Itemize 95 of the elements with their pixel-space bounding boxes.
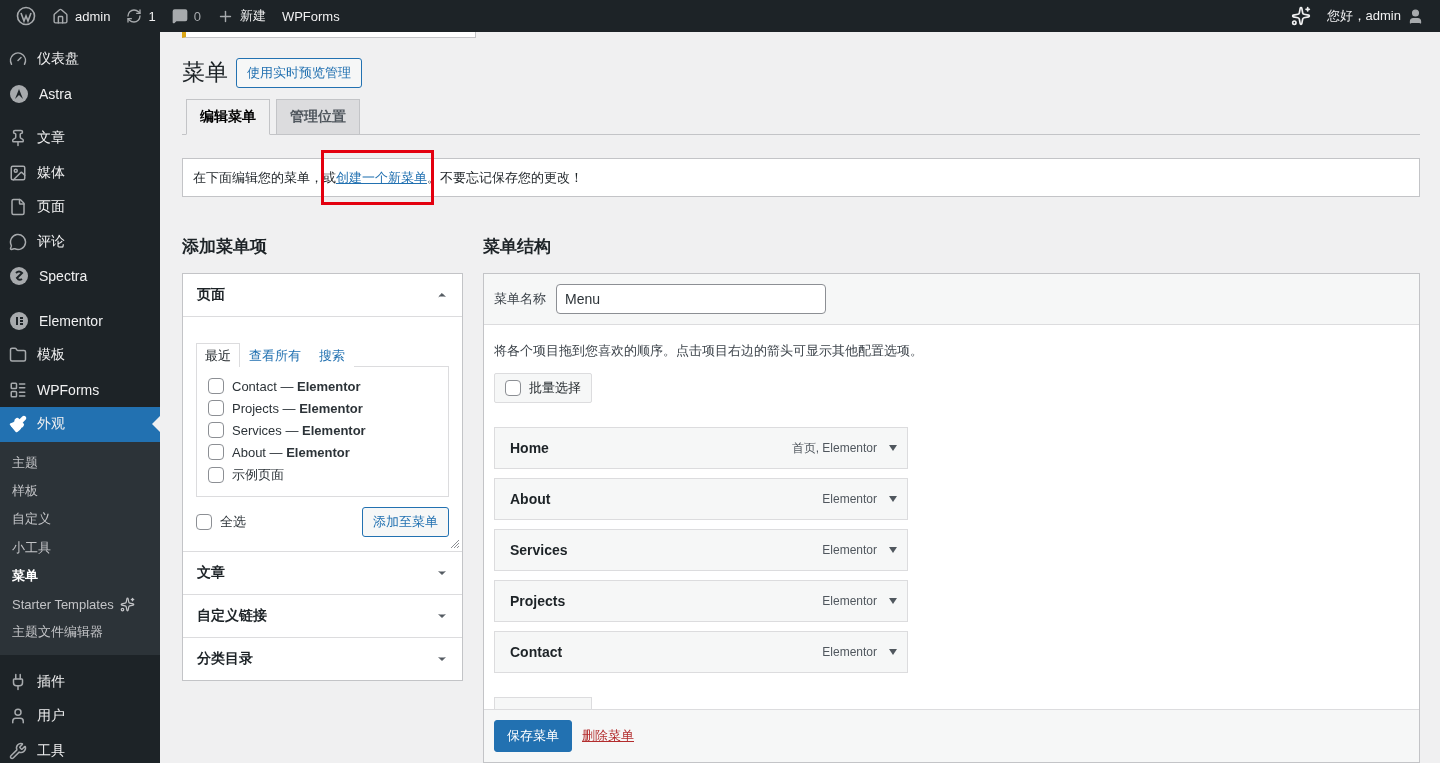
page-option: Services — Elementor bbox=[232, 422, 366, 438]
sidebar-item[interactable]: 插件 bbox=[0, 664, 160, 700]
menu-icon bbox=[9, 707, 27, 726]
comment-count[interactable]: 0 bbox=[193, 8, 201, 24]
menu-icon bbox=[9, 741, 27, 760]
sidebar-item[interactable]: 工具 bbox=[0, 733, 160, 763]
sidebar-item[interactable]: 模板 bbox=[0, 338, 160, 373]
checkbox[interactable] bbox=[208, 422, 224, 438]
section-heading: 添加菜单项 bbox=[182, 236, 268, 258]
caret-icon[interactable] bbox=[889, 547, 897, 553]
checkbox[interactable] bbox=[505, 380, 521, 396]
menu-item-bar[interactable]: Contact Elementor bbox=[494, 631, 908, 673]
update-count[interactable]: 1 bbox=[148, 8, 156, 24]
live-preview-button[interactable]: 使用实时预览管理 bbox=[236, 57, 362, 88]
sparkle-icon bbox=[119, 596, 135, 612]
sparkle-icon[interactable] bbox=[1290, 6, 1311, 26]
accordion-header[interactable]: 分类目录 bbox=[183, 637, 462, 680]
checkbox[interactable] bbox=[196, 514, 212, 530]
plugin-link[interactable]: WPForms bbox=[281, 8, 340, 24]
home-icon[interactable] bbox=[52, 7, 69, 25]
menu-icon bbox=[9, 415, 27, 434]
field-label: 菜单名称 bbox=[494, 290, 546, 308]
logo-icon bbox=[9, 310, 29, 331]
menu-icon bbox=[9, 346, 27, 365]
avatar-icon[interactable] bbox=[1407, 7, 1424, 25]
checkbox[interactable] bbox=[208, 378, 224, 394]
sidebar-item[interactable]: 用户 bbox=[0, 699, 160, 734]
menu-item-bar[interactable]: Home 首页, Elementor bbox=[494, 427, 908, 469]
caret-icon[interactable] bbox=[889, 496, 897, 502]
page-option: 示例页面 bbox=[232, 466, 284, 484]
submenu-item[interactable]: 菜单 bbox=[0, 561, 160, 590]
sidebar-item[interactable]: Astra bbox=[0, 76, 160, 111]
tab[interactable]: 编辑菜单 bbox=[186, 99, 270, 135]
resize-handle-icon[interactable] bbox=[450, 539, 460, 549]
item-type: Elementor bbox=[822, 492, 877, 506]
page-option: About — Elementor bbox=[232, 444, 350, 460]
bulk-select-toggle[interactable]: 批量选择 bbox=[494, 373, 592, 403]
notice-text: 在下面编辑您的菜单，或创建一个新菜单。不要忘记保存您的更改！ bbox=[193, 168, 583, 187]
page-option: Projects — Elementor bbox=[232, 400, 363, 416]
comment-icon[interactable] bbox=[171, 8, 188, 24]
menu-item-bar[interactable]: About Elementor bbox=[494, 478, 908, 520]
accordion-header[interactable]: 自定义链接 bbox=[183, 594, 462, 637]
item-type: Elementor bbox=[822, 594, 877, 608]
tab[interactable]: 管理位置 bbox=[276, 99, 360, 135]
delete-menu-link[interactable]: 删除菜单 bbox=[582, 727, 634, 745]
sidebar-item[interactable]: Spectra bbox=[0, 259, 160, 294]
caret-icon[interactable] bbox=[889, 445, 897, 451]
sidebar-item[interactable]: Elementor bbox=[0, 303, 160, 338]
menu-name-field[interactable]: Menu bbox=[556, 284, 826, 314]
logo-icon bbox=[9, 83, 29, 104]
menu-icon bbox=[9, 163, 27, 182]
hint-text: 将各个项目拖到您喜欢的顺序。点击项目右边的箭头可显示其他配置选项。 bbox=[494, 343, 923, 358]
select-all-label: 全选 bbox=[220, 513, 246, 531]
sidebar-item[interactable]: WPForms bbox=[0, 372, 160, 407]
page-title: 菜单 bbox=[182, 58, 228, 87]
new-link[interactable]: 新建 bbox=[239, 7, 266, 25]
caret-icon[interactable] bbox=[889, 598, 897, 604]
menu-item-bar[interactable]: Projects Elementor bbox=[494, 580, 908, 622]
submenu-item[interactable]: 主题 bbox=[0, 448, 160, 477]
accordion-header[interactable]: 页面 bbox=[183, 274, 462, 317]
submenu-item[interactable]: 小工具 bbox=[0, 533, 160, 562]
greeting-link[interactable]: 您好，admin bbox=[1326, 7, 1401, 25]
save-menu-button[interactable]: 保存菜单 bbox=[494, 720, 572, 752]
submenu-item[interactable]: 自定义 bbox=[0, 505, 160, 534]
panel-tab[interactable]: 最近 bbox=[196, 343, 240, 367]
submenu-item[interactable]: 样板 bbox=[0, 476, 160, 506]
updates-icon[interactable] bbox=[126, 8, 143, 24]
checkbox[interactable] bbox=[208, 444, 224, 460]
sidebar-item[interactable]: 仪表盘 bbox=[0, 42, 160, 77]
item-type: Elementor bbox=[822, 543, 877, 557]
menu-icon bbox=[9, 198, 27, 217]
wordpress-logo-icon[interactable] bbox=[16, 6, 36, 26]
menu-icon bbox=[9, 380, 27, 399]
sidebar-item[interactable]: 媒体 bbox=[0, 155, 160, 190]
section-heading: 菜单结构 bbox=[483, 236, 552, 258]
checkbox[interactable] bbox=[208, 467, 224, 483]
logo-icon bbox=[9, 266, 29, 287]
sidebar-item[interactable]: 页面 bbox=[0, 190, 160, 225]
sidebar-item[interactable]: 评论 bbox=[0, 224, 160, 259]
site-link[interactable]: admin bbox=[75, 8, 111, 24]
submenu-item[interactable]: 主题文件编辑器 bbox=[0, 618, 160, 647]
menu-item-bar[interactable]: Services Elementor bbox=[494, 529, 908, 571]
item-type: 首页, Elementor bbox=[791, 439, 877, 457]
caret-icon[interactable] bbox=[889, 649, 897, 655]
sidebar-item[interactable]: 文章 bbox=[0, 121, 160, 156]
accordion-header[interactable]: 文章 bbox=[183, 551, 462, 594]
submenu-item[interactable]: Starter Templates bbox=[0, 590, 160, 619]
menu-icon bbox=[9, 129, 27, 148]
sidebar-item[interactable]: 外观 bbox=[0, 407, 160, 442]
page-option: Contact — Elementor bbox=[232, 378, 361, 394]
menu-icon bbox=[9, 232, 27, 251]
checkbox[interactable] bbox=[208, 400, 224, 416]
add-to-menu-button[interactable]: 添加至菜单 bbox=[362, 507, 449, 537]
create-menu-link[interactable]: 创建一个新菜单 bbox=[336, 169, 427, 185]
item-type: Elementor bbox=[822, 645, 877, 659]
